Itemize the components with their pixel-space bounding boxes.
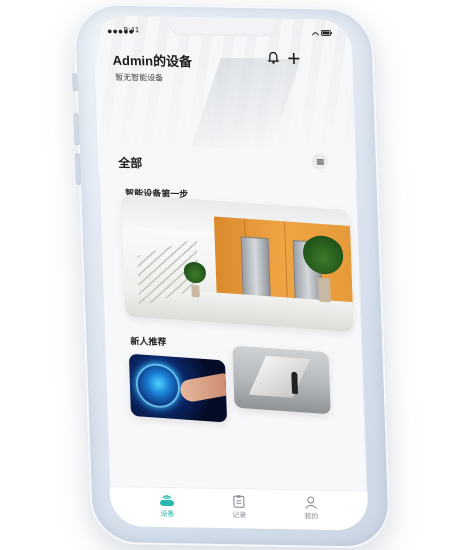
wifi-icon <box>159 492 176 508</box>
volume-up-button <box>73 113 80 146</box>
plant-decoration <box>183 260 207 298</box>
battery-icon <box>311 29 333 39</box>
menu-icon <box>316 158 324 165</box>
user-icon <box>303 494 320 510</box>
elevator-door <box>240 236 271 299</box>
volume-down-button <box>74 153 82 186</box>
recommend-card-room[interactable] <box>232 345 331 415</box>
section-all-heading: 全部 <box>117 155 143 171</box>
bell-icon[interactable] <box>264 48 283 66</box>
clipboard-icon <box>231 493 248 509</box>
card-image-panel <box>248 355 311 398</box>
app-screen: ●●●●● 9:41 Admin的设备 暂无智能设备 全部 智能设备第一步 新人… <box>93 15 369 531</box>
card-image-ring <box>135 362 181 410</box>
page-subtitle: 暂无智能设备 <box>115 72 164 83</box>
tab-profile[interactable]: 我的 <box>286 494 337 522</box>
mute-switch <box>72 73 78 92</box>
add-device-button[interactable] <box>284 49 303 67</box>
page-title: Admin的设备 <box>112 52 193 70</box>
tab-profile-label: 我的 <box>304 512 319 521</box>
section-new-heading: 新人推荐 <box>130 337 167 348</box>
bottom-tab-bar: 设备 记录 我的 <box>109 485 369 531</box>
plus-icon <box>287 52 299 64</box>
tab-records-label: 记录 <box>232 511 247 520</box>
tab-records[interactable]: 记录 <box>214 493 265 521</box>
list-menu-button[interactable] <box>311 153 329 170</box>
recommend-card-tech[interactable] <box>128 353 228 423</box>
tab-devices-label: 设备 <box>160 509 175 519</box>
phone-body: ●●●●● 9:41 Admin的设备 暂无智能设备 全部 智能设备第一步 新人… <box>72 3 392 549</box>
status-time: 9:41 <box>123 25 140 35</box>
smart-device-guide-card[interactable] <box>121 194 354 333</box>
tab-devices[interactable]: 设备 <box>142 492 193 520</box>
card-image-person <box>291 371 299 395</box>
plant-decoration <box>302 232 344 304</box>
phone-mockup: ●●●●● 9:41 Admin的设备 暂无智能设备 全部 智能设备第一步 新人… <box>0 0 450 550</box>
card-image-hand <box>177 372 228 404</box>
